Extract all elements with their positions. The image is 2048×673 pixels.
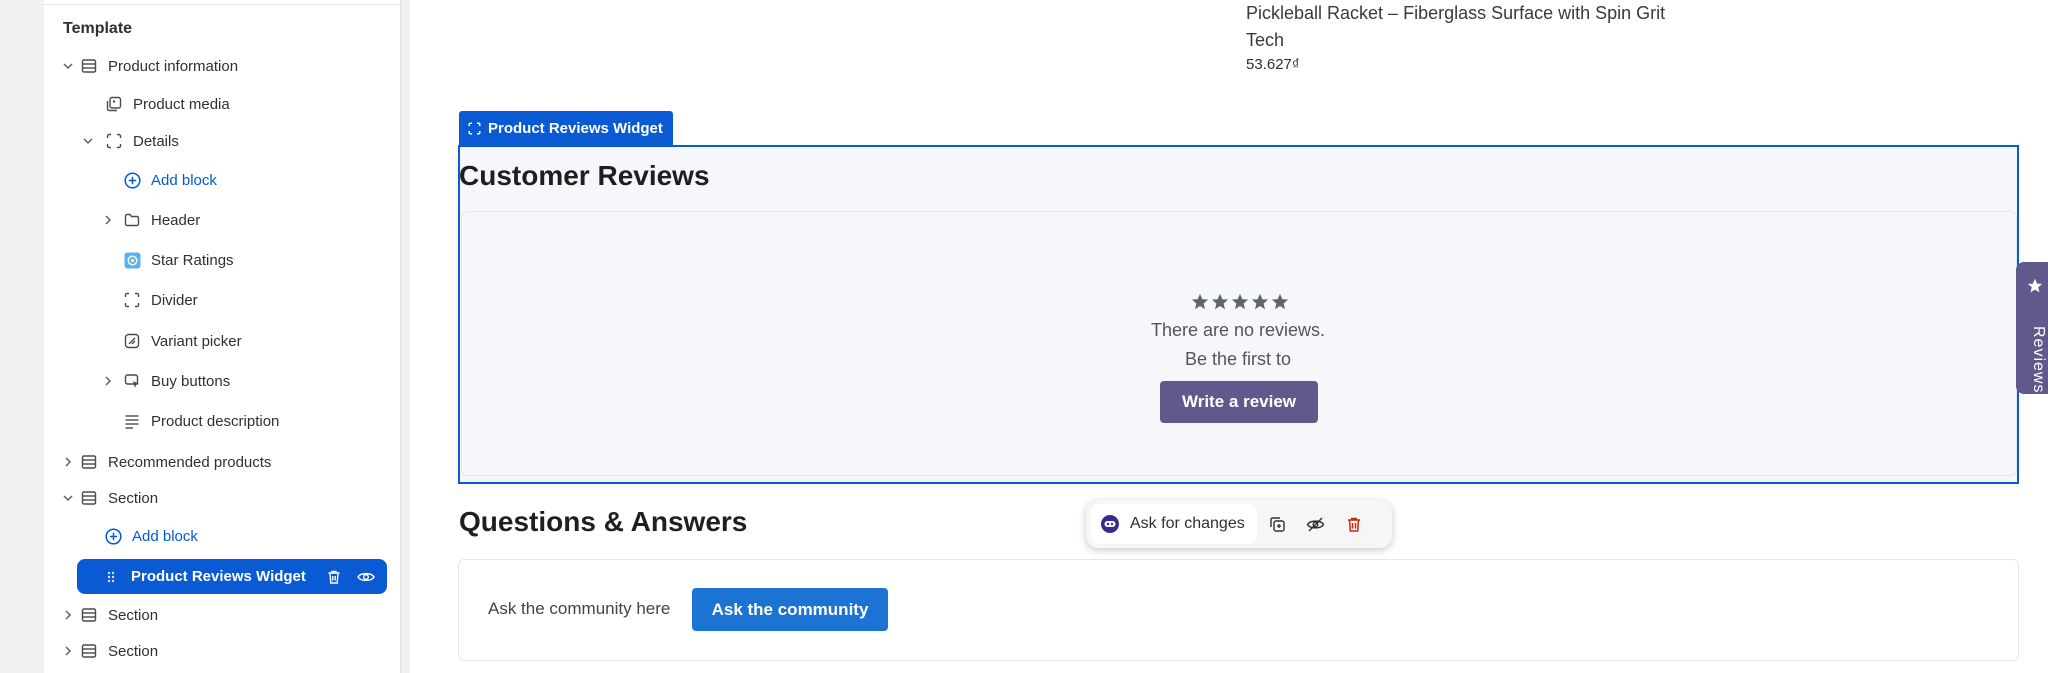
- folder-icon: [122, 210, 142, 230]
- add-block-button[interactable]: Add block: [103, 521, 198, 551]
- text-icon: [122, 411, 142, 431]
- delete-icon[interactable]: [323, 566, 345, 588]
- eye-icon[interactable]: [355, 566, 377, 588]
- media-icon: [104, 94, 124, 114]
- plus-circle-icon: [103, 526, 123, 546]
- star-icon: [1211, 293, 1229, 311]
- tree-item-star-ratings[interactable]: Star Ratings: [122, 245, 234, 275]
- tree-item-label: Divider: [151, 291, 198, 309]
- reviews-card: [461, 211, 2017, 476]
- chevron-down-icon[interactable]: [59, 57, 77, 75]
- tree-item-label: Section: [108, 606, 159, 624]
- group-icon: [104, 131, 124, 151]
- product-price: 53.627₫: [1246, 56, 1300, 73]
- tree-item-label: Section: [108, 642, 159, 660]
- variant-icon: [122, 331, 142, 351]
- tree-item-recommended-products[interactable]: Recommended products: [59, 447, 271, 477]
- section-icon: [79, 452, 99, 472]
- star-icon: [2027, 278, 2043, 294]
- add-block-button[interactable]: Add block: [122, 165, 217, 195]
- block-floating-toolbar: Ask for changes: [1086, 500, 1392, 548]
- chevron-right-icon[interactable]: [99, 372, 117, 390]
- qa-heading: Questions & Answers: [459, 506, 748, 537]
- star-icon: [1231, 293, 1249, 311]
- section-icon: [79, 605, 99, 625]
- tree-item-label: Variant picker: [151, 332, 242, 350]
- chevron-down-icon[interactable]: [59, 489, 77, 507]
- left-gutter: [0, 0, 44, 673]
- tree-item-label: Header: [151, 211, 201, 229]
- ask-community-button[interactable]: Ask the community: [692, 588, 888, 631]
- selected-block-tag-label: Product Reviews Widget: [488, 119, 663, 137]
- section-icon: [79, 641, 99, 661]
- chevron-right-icon[interactable]: [59, 453, 77, 471]
- ask-for-changes-button[interactable]: Ask for changes: [1090, 504, 1257, 544]
- tree-item-product-information[interactable]: Product information: [59, 51, 238, 81]
- group-icon: [468, 121, 481, 135]
- tree-item-section[interactable]: Section: [59, 483, 158, 513]
- reviews-side-tab[interactable]: Reviews: [2016, 262, 2048, 394]
- be-first-text: Be the first to: [1184, 349, 1292, 369]
- store-preview: Pickleball Racket – Fiberglass Surface w…: [411, 0, 2048, 673]
- tree-item-variant-picker[interactable]: Variant picker: [122, 326, 242, 356]
- plus-circle-icon: [122, 170, 142, 190]
- tree-item-label: Details: [133, 132, 179, 150]
- group-icon: [122, 290, 142, 310]
- no-reviews-text: There are no reviews.: [1150, 320, 1326, 340]
- tree-item-label: Star Ratings: [151, 251, 234, 269]
- template-sidebar: Template Product information Product med…: [44, 0, 402, 673]
- chevron-right-icon[interactable]: [59, 606, 77, 624]
- tree-item-product-description[interactable]: Product description: [122, 406, 279, 436]
- section-icon: [79, 488, 99, 508]
- cursor-button-icon: [122, 371, 142, 391]
- app-block-icon: [122, 250, 142, 270]
- star-icon: [1271, 293, 1289, 311]
- star-rating: [1191, 293, 1289, 313]
- tree-item-product-reviews-widget[interactable]: Product Reviews Widget: [77, 559, 387, 594]
- tree-item-product-media[interactable]: Product media: [104, 89, 230, 119]
- tree-item-label: Section: [108, 489, 159, 507]
- section-icon: [79, 56, 99, 76]
- tree-item-buy-buttons[interactable]: Buy buttons: [99, 366, 230, 396]
- tree-item-label: Buy buttons: [151, 372, 231, 390]
- sidekick-icon: [1100, 514, 1120, 534]
- star-icon: [1191, 293, 1209, 311]
- drag-handle-icon[interactable]: [107, 571, 121, 583]
- product-title: Pickleball Racket – Fiberglass Surface w…: [1246, 3, 1666, 50]
- hide-icon[interactable]: [1297, 505, 1335, 543]
- sidebar-title: Template: [63, 20, 133, 37]
- star-icon: [1251, 293, 1269, 311]
- tree-item-section[interactable]: Section: [59, 636, 158, 666]
- delete-icon[interactable]: [1335, 505, 1373, 543]
- divider: [44, 4, 402, 5]
- tree-item-label: Recommended products: [108, 453, 272, 471]
- sidebar-resize-handle[interactable]: [400, 0, 410, 673]
- add-block-label: Add block: [132, 527, 198, 545]
- selected-block-tag[interactable]: Product Reviews Widget: [459, 111, 673, 145]
- tree-item-header[interactable]: Header: [99, 205, 200, 235]
- ask-for-changes-label: Ask for changes: [1130, 515, 1245, 532]
- chevron-right-icon[interactable]: [99, 211, 117, 229]
- chevron-right-icon[interactable]: [59, 642, 77, 660]
- chevron-down-icon[interactable]: [79, 132, 97, 150]
- duplicate-icon[interactable]: [1259, 505, 1297, 543]
- tree-item-label: Product description: [151, 412, 280, 430]
- reviews-heading: Customer Reviews: [459, 160, 710, 191]
- tree-item-divider[interactable]: Divider: [122, 285, 198, 315]
- tree-item-label: Product information: [108, 57, 239, 75]
- tree-item-label: Product media: [133, 95, 230, 113]
- tree-item-section[interactable]: Section: [59, 600, 158, 630]
- add-block-label: Add block: [151, 171, 217, 189]
- reviews-side-tab-label: Reviews: [2030, 326, 2047, 394]
- tree-item-label: Product Reviews Widget: [131, 568, 306, 585]
- write-review-button[interactable]: Write a review: [1160, 381, 1318, 423]
- qa-prompt: Ask the community here: [488, 599, 671, 618]
- tree-item-details[interactable]: Details: [79, 126, 179, 156]
